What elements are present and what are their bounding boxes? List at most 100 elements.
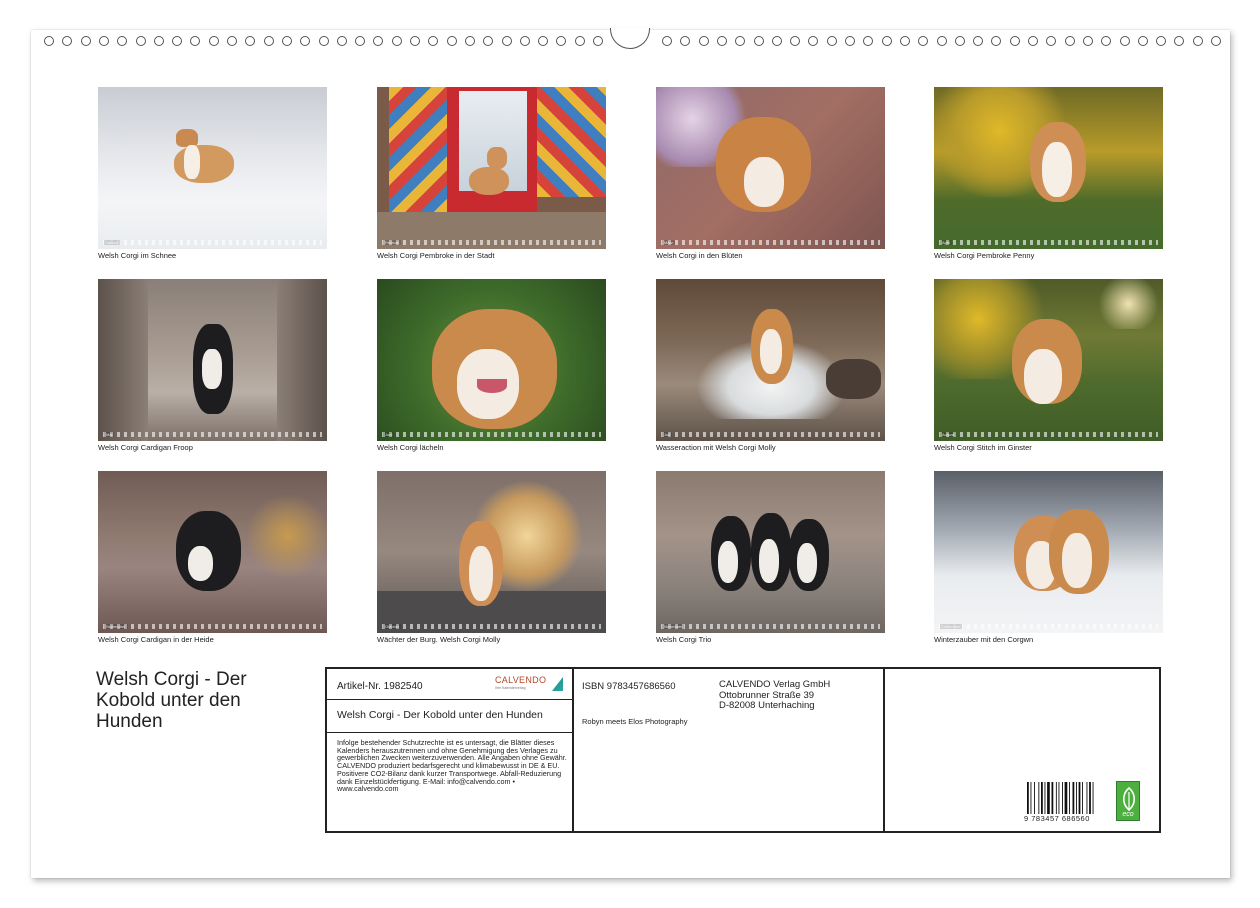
binding-ring [190, 36, 201, 46]
calendar-title: Welsh Corgi - Der Kobold unter den Hunde… [96, 669, 247, 732]
photo-caption: Welsh Corgi Cardigan in der Heide [98, 635, 214, 644]
binding-ring [391, 36, 402, 46]
photo-caption: Welsh Corgi Pembroke in der Stadt [377, 251, 495, 260]
barcode-bar [1062, 782, 1063, 814]
binding-ring [62, 36, 73, 46]
photo-november: November [656, 471, 885, 633]
photo-april: April [934, 87, 1163, 249]
mini-calendar-strip [103, 624, 322, 629]
leaf-icon [1122, 786, 1136, 812]
binding-ring [373, 36, 384, 46]
divider [883, 669, 885, 831]
binding-ring [98, 36, 109, 46]
binding-ring [538, 36, 549, 46]
eco-label: eco [1122, 811, 1134, 818]
month-label: März [662, 240, 675, 245]
month-label: Juni [383, 432, 395, 437]
photo-caption: Welsh Corgi lächeln [377, 443, 444, 452]
bridge-rail-right [277, 279, 327, 441]
sun-glow [1094, 279, 1163, 329]
dog-chest [202, 349, 222, 389]
barcode-bar [1076, 782, 1077, 814]
barcode-bar [1078, 782, 1081, 814]
binding-ring [80, 36, 91, 46]
calendar-subtitle: Welsh Corgi - Der Kobold unter den Hunde… [337, 709, 543, 721]
binding-ring [698, 36, 709, 46]
month-label: Februar [383, 240, 402, 245]
binding-ring [355, 36, 366, 46]
isbn: ISBN 9783457686560 [582, 681, 676, 692]
photo-january: Januar [98, 87, 327, 249]
barcode-bar [1086, 782, 1088, 814]
binding-ring [753, 36, 764, 46]
binding-ring [44, 36, 54, 46]
rock [826, 359, 881, 399]
binding-ring [519, 36, 530, 46]
publisher-city: D-82008 Unterhaching [719, 700, 815, 711]
barcode-bar [1044, 782, 1046, 814]
barcode-bar [1027, 782, 1029, 814]
binding-ring [1174, 36, 1185, 46]
binding-ring [899, 36, 910, 46]
binding-ring [1046, 36, 1057, 46]
photo-caption: Winterzauber mit den Corgwn [934, 635, 1034, 644]
eco-badge: eco [1116, 781, 1140, 821]
binding-ring [735, 36, 746, 46]
photo-caption: Welsh Corgi Trio [656, 635, 712, 644]
binding-ring [172, 36, 183, 46]
mini-calendar-strip [103, 432, 322, 437]
binding-ring [918, 36, 929, 46]
photo-may: Mai [98, 279, 327, 441]
month-label: November [662, 624, 685, 629]
mini-calendar-strip [382, 624, 601, 629]
binding-ring [300, 36, 311, 46]
binding-ring [556, 36, 567, 46]
photo-august: August [934, 279, 1163, 441]
autumn-leaves [248, 491, 327, 581]
mini-calendar-strip [661, 624, 880, 629]
binding-ring [1137, 36, 1148, 46]
binding-ring [281, 36, 292, 46]
binding-ring [574, 36, 585, 46]
month-label: Januar [104, 240, 121, 245]
dog-chest [469, 546, 493, 601]
binding-ring [662, 36, 672, 46]
barcode-bar [1092, 782, 1094, 814]
bridge-rail-left [98, 279, 148, 441]
author-credit: Robyn meets Elos Photography [582, 717, 688, 726]
binding-ring [410, 36, 420, 46]
binding-ring [318, 36, 329, 46]
brand-name: CALVENDO [495, 675, 547, 685]
binding-ring [790, 36, 801, 46]
calendar-back-cover: Januar Welsh Corgi im Schnee Februar Wel… [31, 28, 1230, 878]
binding-ring [954, 36, 965, 46]
binding-ring [1211, 36, 1221, 46]
photo-caption: Wasseraction mit Welsh Corgi Molly [656, 443, 776, 452]
binding-ring [428, 36, 439, 46]
binding-ring [501, 36, 512, 46]
mini-calendar-strip [939, 240, 1158, 245]
binding-ring [808, 36, 819, 46]
shutter-left [389, 87, 447, 212]
barcode-bar [1034, 782, 1035, 814]
mini-calendar-strip [661, 240, 880, 245]
photo-caption: Welsh Corgi Stitch im Ginster [934, 443, 1032, 452]
dog-chest [184, 145, 200, 179]
binding-ring [1009, 36, 1020, 46]
dog-chest [1062, 533, 1092, 588]
photo-february: Februar [377, 87, 606, 249]
mini-calendar-strip [103, 240, 322, 245]
binding-ring [826, 36, 837, 46]
article-number: Artikel-Nr. 1982540 [337, 681, 423, 692]
photo-caption: Welsh Corgi im Schnee [98, 251, 177, 260]
hanger-hook [610, 28, 650, 49]
dog-chest [1024, 349, 1062, 404]
barcode-bar [1069, 782, 1070, 814]
mini-calendar-strip [939, 432, 1158, 437]
binding-ring [153, 36, 164, 46]
month-label: Juli [662, 432, 673, 437]
binding-ring [1119, 36, 1130, 46]
binding-ring [227, 36, 237, 46]
month-label: Oktober [383, 624, 402, 629]
dog-body [174, 145, 234, 183]
